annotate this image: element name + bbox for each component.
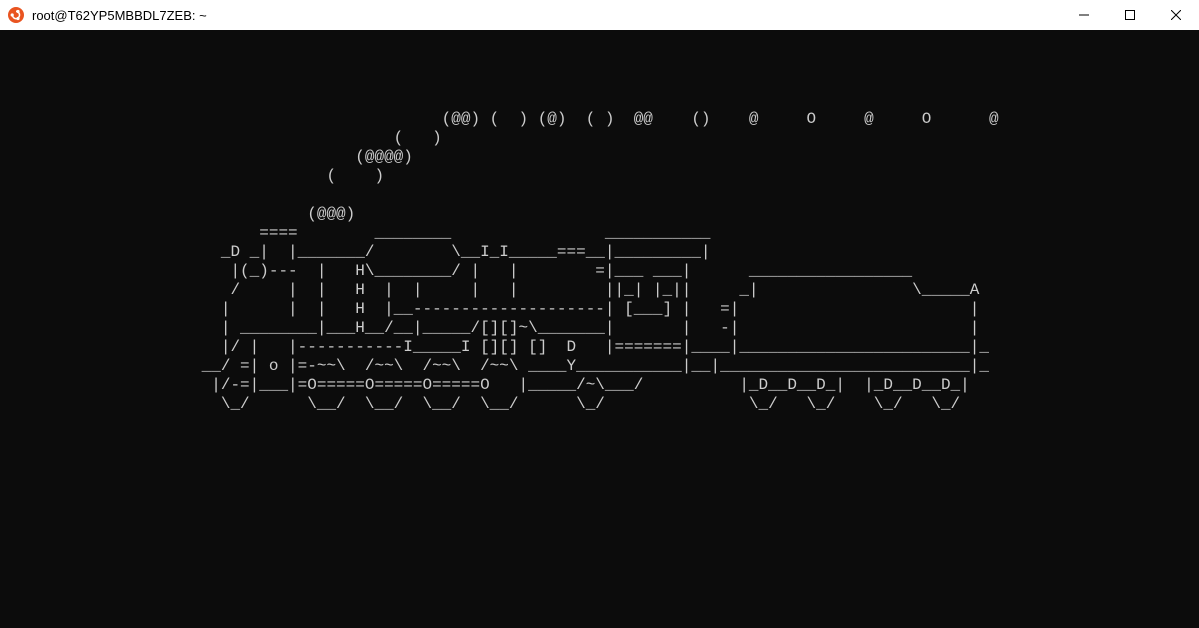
minimize-button[interactable]	[1061, 0, 1107, 30]
terminal-output: (@@) ( ) (@) ( ) @@ () @ O @ O @ ( ) (@@…	[0, 34, 1199, 414]
maximize-button[interactable]	[1107, 0, 1153, 30]
ubuntu-icon	[8, 7, 24, 23]
window-controls	[1061, 0, 1199, 30]
window-title: root@T62YP5MBBDL7ZEB: ~	[32, 8, 1061, 23]
terminal-viewport[interactable]: (@@) ( ) (@) ( ) @@ () @ O @ O @ ( ) (@@…	[0, 30, 1199, 628]
window-titlebar: root@T62YP5MBBDL7ZEB: ~	[0, 0, 1199, 30]
close-button[interactable]	[1153, 0, 1199, 30]
